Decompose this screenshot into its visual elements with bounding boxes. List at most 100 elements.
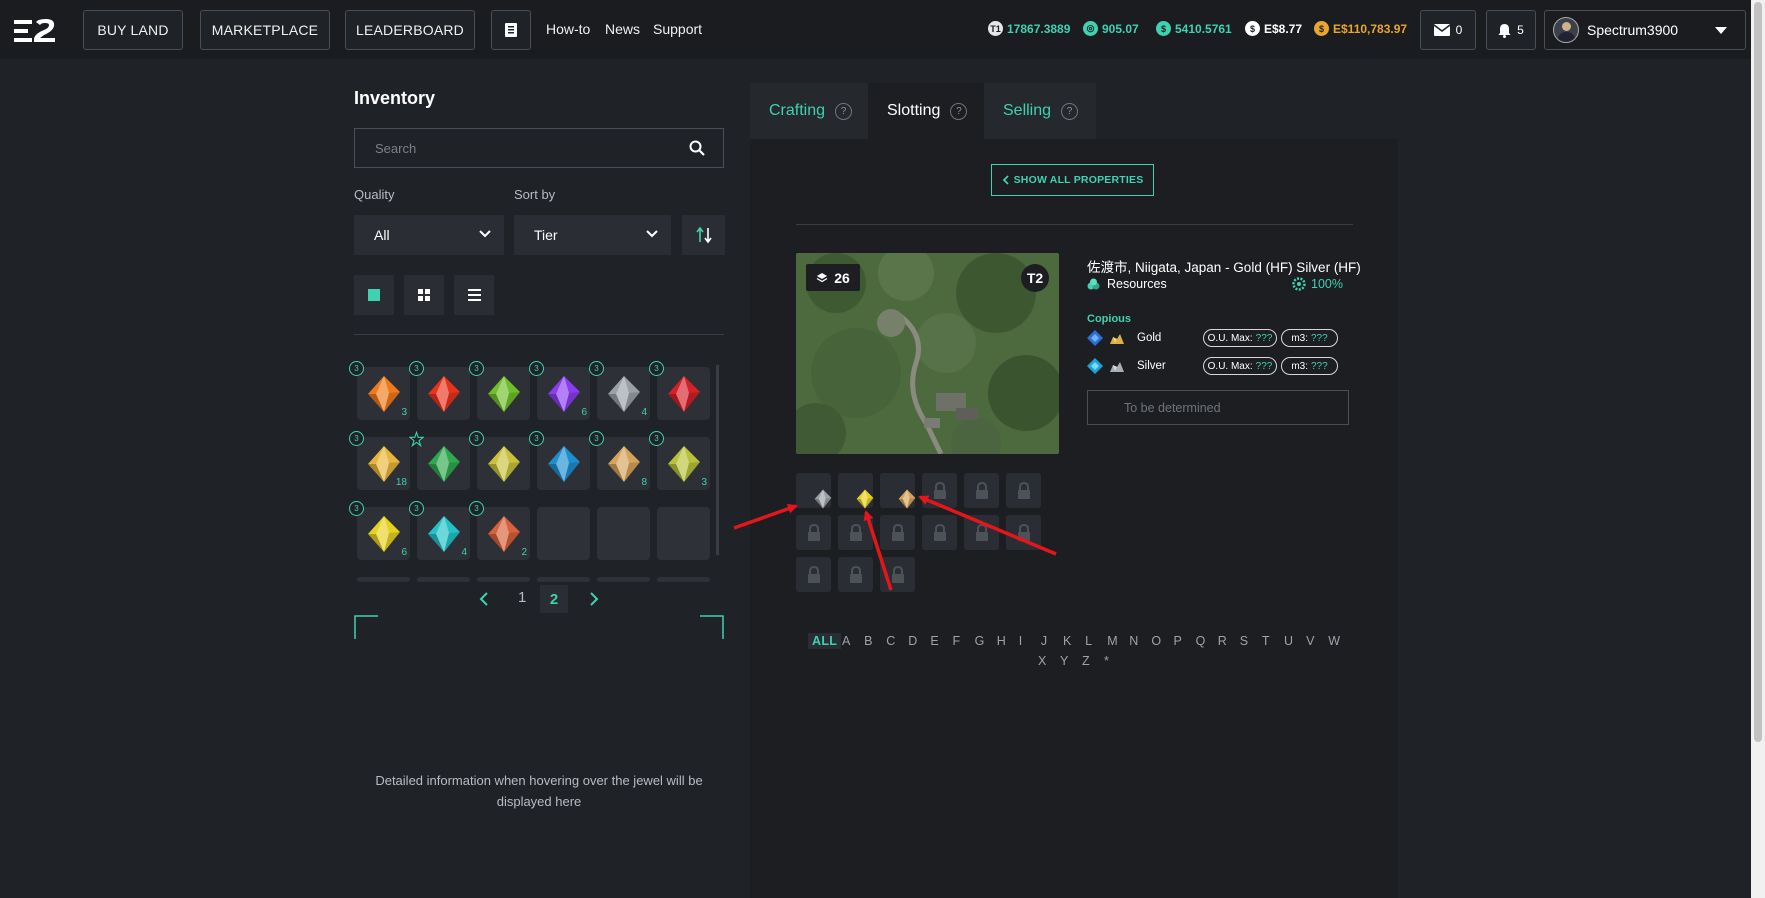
jewel-slot-filled[interactable] — [838, 473, 874, 509]
view-large-button[interactable] — [354, 275, 394, 315]
alphabet-filter-letter[interactable]: E — [930, 634, 939, 648]
scrollbar-thumb[interactable] — [1754, 2, 1762, 742]
page-scrollbar[interactable] — [1751, 0, 1765, 898]
alphabet-filter-letter[interactable]: C — [886, 634, 895, 648]
quality-select[interactable]: All — [354, 215, 504, 255]
help-icon[interactable]: ? — [835, 102, 853, 120]
sort-select[interactable]: Tier — [514, 215, 671, 255]
balance-dollars[interactable]: $ E$8.77 — [1245, 21, 1302, 36]
mail-button[interactable]: 0 — [1420, 10, 1476, 50]
inventory-gem-slot[interactable]: 34 — [409, 501, 470, 560]
chevron-left-icon[interactable] — [479, 592, 489, 606]
page-2-button[interactable]: 2 — [540, 585, 568, 613]
alphabet-filter-letter[interactable]: Q — [1196, 634, 1206, 648]
gem-grid-scrollbar[interactable] — [716, 365, 719, 555]
alphabet-filter-letter[interactable]: A — [842, 634, 851, 648]
alphabet-filter-letter[interactable]: P — [1174, 634, 1183, 648]
marketplace-button[interactable]: MARKETPLACE — [200, 10, 330, 50]
alphabet-filter-letter[interactable]: W — [1328, 634, 1340, 648]
jewel-slot-locked[interactable] — [1006, 515, 1041, 550]
inventory-gem-slot[interactable]: 33 — [649, 431, 710, 490]
inventory-gem-slot[interactable]: 38 — [589, 431, 650, 490]
howto-link[interactable]: How-to — [546, 21, 590, 37]
alphabet-filter-letter[interactable]: V — [1306, 634, 1315, 648]
jewel-slot-locked[interactable] — [796, 557, 831, 592]
alphabet-filter-all[interactable]: ALL — [808, 633, 842, 649]
inventory-gem-slot[interactable] — [409, 430, 470, 490]
alphabet-filter-letter[interactable]: S — [1240, 634, 1249, 648]
view-list-button[interactable] — [454, 275, 494, 315]
inventory-gem-slot[interactable]: 32 — [469, 501, 530, 560]
inventory-gem-slot[interactable]: 3 18 — [349, 431, 410, 490]
inventory-gem-slot[interactable]: 3 — [469, 361, 530, 420]
notifications-button[interactable]: 5 — [1486, 10, 1536, 50]
inventory-gem-slot[interactable]: 3 — [649, 361, 710, 420]
buy-land-button[interactable]: BUY LAND — [83, 10, 183, 50]
balance-t1[interactable]: T1 17867.3889 — [988, 21, 1070, 36]
jewel-slot-locked[interactable] — [880, 515, 915, 550]
inventory-gem-slot[interactable]: 36 — [529, 361, 590, 420]
show-all-properties-button[interactable]: SHOW ALL PROPERTIES — [991, 164, 1154, 196]
grid-icon — [418, 289, 430, 301]
news-link[interactable]: News — [605, 21, 640, 37]
chevron-right-icon[interactable] — [589, 592, 599, 606]
jewel-slot-filled[interactable] — [796, 473, 832, 509]
inventory-gem-slot[interactable]: 33 — [349, 361, 410, 420]
alphabet-filter-letter[interactable]: K — [1063, 634, 1072, 648]
jewel-slot-locked[interactable] — [838, 515, 873, 550]
jewel-slot-locked[interactable] — [1006, 473, 1041, 508]
jewel-slot-locked[interactable] — [964, 473, 999, 508]
alphabet-filter-letter[interactable]: R — [1218, 634, 1227, 648]
jewel-slot-locked[interactable] — [838, 557, 873, 592]
alphabet-filter-letter[interactable]: I — [1019, 634, 1023, 648]
jewel-slot-locked[interactable] — [922, 515, 957, 550]
alphabet-filter-letter[interactable]: Z — [1082, 654, 1090, 668]
tab-crafting[interactable]: Crafting? — [750, 83, 853, 139]
search-icon[interactable] — [689, 140, 705, 156]
alphabet-filter-letter[interactable]: F — [953, 634, 961, 648]
tab-slotting[interactable]: Slotting? — [868, 83, 968, 139]
alphabet-filter-letter[interactable]: N — [1129, 634, 1138, 648]
user-menu-button[interactable]: Spectrum3900 — [1544, 10, 1746, 50]
balance-essence[interactable]: ◎ 905.07 — [1083, 21, 1139, 36]
alphabet-filter-letter[interactable]: U — [1284, 634, 1293, 648]
help-icon[interactable]: ? — [1061, 102, 1079, 120]
alphabet-filter-letter[interactable]: * — [1104, 654, 1109, 668]
alphabet-filter-letter[interactable]: J — [1041, 634, 1048, 648]
inventory-empty-slot — [537, 507, 590, 560]
inventory-gem-slot[interactable]: 3 — [529, 431, 590, 490]
jewel-slot-locked[interactable] — [964, 515, 999, 550]
inventory-gem-slot[interactable]: 3 — [469, 431, 530, 490]
leaderboard-button[interactable]: LEADERBOARD — [345, 10, 475, 50]
inventory-gem-slot[interactable]: 36 — [349, 501, 410, 560]
alphabet-filter-letter[interactable]: M — [1107, 634, 1118, 648]
balance-ecr[interactable]: $ 5410.5761 — [1156, 21, 1232, 36]
support-link[interactable]: Support — [653, 21, 702, 37]
view-grid-button[interactable] — [404, 275, 444, 315]
alphabet-filter-letter[interactable]: B — [864, 634, 873, 648]
inventory-gem-slot[interactable]: 3 — [409, 361, 470, 420]
jewel-slot-locked[interactable] — [796, 515, 831, 550]
jewel-slot-locked[interactable] — [922, 473, 957, 508]
gem-icon — [856, 489, 874, 509]
alphabet-filter-letter[interactable]: L — [1085, 634, 1092, 648]
alphabet-filter-letter[interactable]: Y — [1060, 654, 1069, 668]
page-1-button[interactable]: 1 — [518, 589, 526, 606]
jewel-slot-filled[interactable] — [880, 473, 916, 509]
e2-logo[interactable] — [14, 18, 56, 44]
chevron-down-icon — [1715, 27, 1727, 34]
inventory-gem-slot[interactable]: 34 — [589, 361, 650, 420]
alphabet-filter-letter[interactable]: H — [997, 634, 1006, 648]
book-button[interactable] — [491, 10, 531, 50]
balance-gold[interactable]: $ E$110,783.97 — [1314, 21, 1407, 36]
alphabet-filter-letter[interactable]: X — [1038, 654, 1047, 668]
help-icon[interactable]: ? — [950, 102, 968, 120]
alphabet-filter-letter[interactable]: T — [1262, 634, 1270, 648]
alphabet-filter-letter[interactable]: O — [1151, 634, 1161, 648]
alphabet-filter-letter[interactable]: G — [975, 634, 985, 648]
alphabet-filter-letter[interactable]: D — [908, 634, 917, 648]
tab-selling[interactable]: Selling? — [984, 83, 1079, 139]
jewel-slot-locked[interactable] — [880, 557, 915, 592]
sort-direction-button[interactable] — [682, 215, 725, 255]
search-input[interactable]: Search — [354, 128, 724, 168]
